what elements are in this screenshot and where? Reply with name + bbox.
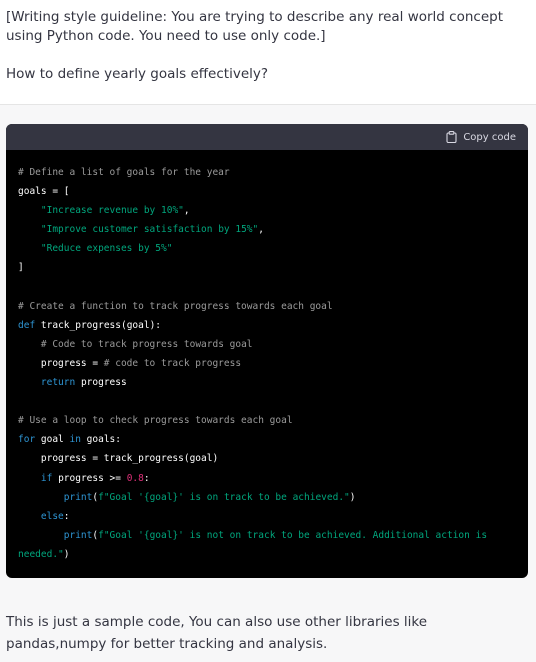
code-token-plain: goals: — [80, 434, 121, 446]
code-token-comment: # Create a function to track progress to… — [18, 300, 333, 312]
code-token-plain: , — [183, 205, 190, 217]
code-line: for goal in goals: — [18, 430, 516, 449]
code-line: ] — [18, 258, 516, 277]
user-guideline-text: [Writing style guideline: You are trying… — [6, 9, 503, 44]
code-line: # Code to track progress towards goal — [18, 335, 516, 354]
answer-text: This is just a sample code, You can also… — [6, 614, 428, 652]
code-token-string: "Reduce expenses by 5%" — [40, 243, 173, 255]
code-block-header: Copy code — [6, 124, 528, 150]
code-token-keyword: for — [18, 434, 36, 446]
code-token-plain: progress — [75, 377, 127, 389]
code-token-string: "Improve customer satisfaction by 15%" — [40, 224, 259, 236]
code-token-plain: ] — [18, 262, 24, 274]
code-token-plain: progress >= — [52, 472, 127, 484]
code-token-comment: # code to track progress — [103, 357, 242, 369]
code-line: progress = # code to track progress — [18, 354, 516, 373]
code-line: print(f"Goal '{goal}' is not on track to… — [18, 526, 516, 564]
code-token-string: f"Goal '{goal}' is on track to be achiev… — [98, 491, 350, 503]
code-token-plain: progress = — [18, 357, 104, 369]
code-line: return progress — [18, 373, 516, 392]
code-block: Copy code # Define a list of goals for t… — [6, 124, 528, 578]
code-line: else: — [18, 507, 516, 526]
code-token-number: 0.8 — [126, 472, 144, 484]
code-line: # Define a list of goals for the year — [18, 163, 516, 182]
user-question-text: How to define yearly goals effectively? — [6, 66, 269, 82]
code-token-keyword: else — [40, 510, 64, 522]
code-token-keyword: def — [18, 319, 36, 331]
copy-code-button[interactable]: Copy code — [446, 131, 516, 143]
code-token-function: track_progress — [40, 319, 121, 331]
code-token-comment: # Define a list of goals for the year — [18, 167, 230, 178]
code-token-plain: : — [63, 510, 70, 522]
code-token-keyword: if — [40, 472, 53, 484]
code-line: "Reduce expenses by 5%" — [18, 239, 516, 258]
code-line: if progress >= 0.8: — [18, 469, 516, 488]
code-token-plain: ) — [349, 491, 356, 503]
code-line: # Create a function to track progress to… — [18, 297, 516, 316]
code-line: "Improve customer satisfaction by 15%", — [18, 220, 516, 239]
code-token-plain: goal — [35, 434, 70, 446]
code-token-plain: : — [143, 472, 150, 484]
code-token-keyword: print — [63, 491, 93, 503]
code-token-keyword: print — [63, 529, 93, 541]
clipboard-icon — [446, 131, 457, 143]
user-message: [Writing style guideline: You are trying… — [0, 0, 536, 105]
code-line: "Increase revenue by 10%", — [18, 201, 516, 220]
code-token-keyword: in — [69, 434, 81, 446]
code-content: # Define a list of goals for the year goa… — [6, 150, 528, 564]
code-token-keyword: return — [40, 377, 76, 389]
code-token-string: "Increase revenue by 10%" — [40, 205, 184, 217]
code-line: goals = [ — [18, 182, 516, 201]
code-token-comment: # Use a loop to check progress towards e… — [18, 415, 293, 427]
code-line: print(f"Goal '{goal}' is on track to be … — [18, 488, 516, 507]
assistant-message: Copy code # Define a list of goals for t… — [0, 105, 536, 662]
code-token-plain: , — [258, 224, 264, 236]
code-token-plain: progress = track_progress(goal) — [18, 453, 219, 465]
code-line: # Use a loop to check progress towards e… — [18, 411, 516, 430]
code-line: progress = track_progress(goal) — [18, 449, 516, 468]
code-token-comment: # Code to track progress towards goal — [40, 338, 253, 350]
code-line: def track_progress(goal): — [18, 316, 516, 335]
code-token-plain: (goal): — [120, 319, 162, 331]
code-token-plain: ) — [63, 548, 70, 560]
code-token-plain: goals = [ — [18, 186, 70, 198]
copy-code-label: Copy code — [463, 131, 516, 143]
